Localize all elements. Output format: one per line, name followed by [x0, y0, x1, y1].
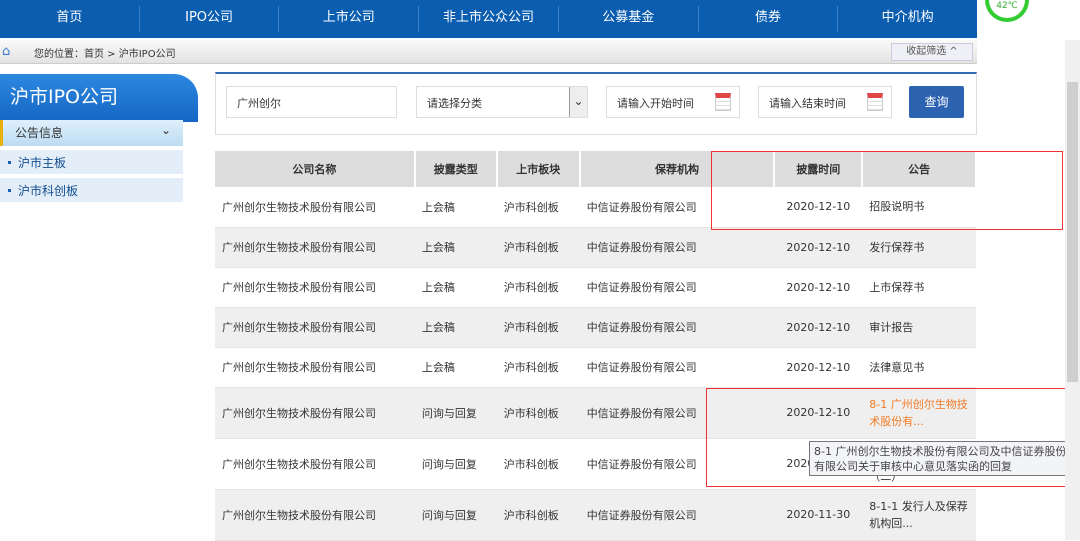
nav-item[interactable]: 公募基金: [559, 6, 699, 32]
table-row: 广州创尔生物技术股份有限公司 上会稿 沪市科创板 中信证券股份有限公司 2020-12-…: [215, 347, 976, 388]
search-panel: 广州创尔 请选择分类 ⌄ 请输入开始时间 请输入结束时间 查询: [215, 72, 977, 135]
type-cell: 上会稿: [414, 187, 497, 228]
date-cell: 2020-12-10: [774, 267, 863, 308]
announcement-link[interactable]: 发行保荐书: [862, 227, 976, 268]
sponsor-cell: 中信证券股份有限公司: [579, 489, 775, 541]
board-cell: 沪市科创板: [496, 227, 580, 268]
type-cell: 上会稿: [414, 307, 497, 348]
company-cell: 广州创尔生物技术股份有限公司: [215, 307, 415, 348]
nav-item[interactable]: IPO公司: [140, 6, 280, 32]
date-cell: 2020-12-10: [774, 227, 863, 268]
announcement-link[interactable]: 审计报告: [862, 307, 976, 348]
start-date-input[interactable]: 请输入开始时间: [606, 86, 740, 118]
table-row: 广州创尔生物技术股份有限公司问询与回复沪市科创板中信证券股份有限公司2020-1…: [215, 489, 976, 541]
sidebar-item-main-board[interactable]: 沪市主板: [0, 150, 183, 174]
breadcrumb-bar: ⌂ 您的位置：首页 > 沪市IPO公司 收起筛选 ^: [0, 40, 977, 64]
company-cell: 广州创尔生物技术股份有限公司: [215, 227, 415, 268]
table-row: 广州创尔生物技术股份有限公司 上会稿 沪市科创板 中信证券股份有限公司 2020-12-…: [215, 267, 976, 308]
board-cell: 沪市科创板: [496, 489, 580, 541]
date-cell: 2020-12-10: [774, 347, 863, 388]
company-cell: 广州创尔生物技术股份有限公司: [215, 438, 415, 490]
sponsor-cell: 中信证券股份有限公司: [579, 267, 775, 308]
sidebar-item-star-market[interactable]: 沪市科创板: [0, 178, 183, 202]
home-icon[interactable]: ⌂: [2, 44, 10, 59]
table-row: 广州创尔生物技术股份有限公司 上会稿 沪市科创板 中信证券股份有限公司 2020-12-…: [215, 307, 976, 348]
sidebar: 沪市IPO公司 公告信息 ⌄ 沪市主板 沪市科创板: [0, 74, 198, 202]
category-value: 请选择分类: [427, 97, 482, 110]
board-cell: 沪市科创板: [496, 187, 580, 228]
announcement-link[interactable]: 上市保荐书: [862, 267, 976, 308]
type-cell: 上会稿: [414, 227, 497, 268]
end-placeholder: 请输入结束时间: [769, 97, 846, 110]
sponsor-cell: 中信证券股份有限公司: [579, 227, 775, 268]
column-header: 上市板块: [496, 151, 581, 187]
tooltip: 8-1 广州创尔生物技术股份有限公司及中信证券股份有限公司关于审核中心意见落实函…: [809, 441, 1077, 476]
highlight-box: [711, 151, 1063, 230]
table-row: 广州创尔生物技术股份有限公司 上会稿 沪市科创板 中信证券股份有限公司 2020-12-…: [215, 227, 976, 268]
collapse-filter-button[interactable]: 收起筛选 ^: [891, 43, 973, 61]
date-cell: 2020-11-30: [774, 489, 863, 541]
company-cell: 广州创尔生物技术股份有限公司: [215, 267, 415, 308]
section-label: 公告信息: [15, 126, 64, 140]
sidebar-title: 沪市IPO公司: [0, 74, 198, 122]
top-nav: 首页 IPO公司 上市公司 非上市公众公司 公募基金 债券 中介机构: [0, 0, 977, 38]
nav-item[interactable]: 上市公司: [279, 6, 420, 32]
type-cell: 问询与回复: [414, 489, 497, 541]
chevron-down-icon: ⌄: [569, 87, 587, 117]
company-input[interactable]: 广州创尔: [226, 86, 397, 118]
breadcrumb: 您的位置：首页 > 沪市IPO公司: [34, 49, 176, 60]
type-cell: 问询与回复: [414, 438, 497, 490]
start-placeholder: 请输入开始时间: [617, 97, 694, 110]
sponsor-cell: 中信证券股份有限公司: [579, 347, 775, 388]
type-cell: 问询与回复: [414, 387, 497, 439]
board-cell: 沪市科创板: [496, 387, 580, 439]
board-cell: 沪市科创板: [496, 347, 580, 388]
nav-item[interactable]: 首页: [0, 6, 140, 32]
type-cell: 上会稿: [414, 267, 497, 308]
board-cell: 沪市科创板: [496, 438, 580, 490]
nav-item[interactable]: 债券: [699, 6, 839, 32]
company-cell: 广州创尔生物技术股份有限公司: [215, 387, 415, 439]
column-header: 披露类型: [414, 151, 498, 187]
board-cell: 沪市科创板: [496, 267, 580, 308]
temperature-badge: 42℃: [985, 0, 1029, 22]
end-date-input[interactable]: 请输入结束时间: [758, 86, 892, 118]
sponsor-cell: 中信证券股份有限公司: [579, 307, 775, 348]
board-cell: 沪市科创板: [496, 307, 580, 348]
calendar-icon[interactable]: [867, 93, 883, 111]
company-cell: 广州创尔生物技术股份有限公司: [215, 187, 415, 228]
calendar-icon[interactable]: [715, 93, 731, 111]
nav-item[interactable]: 非上市公众公司: [419, 6, 559, 32]
sidebar-section-announcements[interactable]: 公告信息 ⌄: [0, 120, 183, 146]
company-cell: 广州创尔生物技术股份有限公司: [215, 489, 415, 541]
announcement-link[interactable]: 8-1-1 发行人及保荐机构回...: [862, 489, 976, 541]
company-cell: 广州创尔生物技术股份有限公司: [215, 347, 415, 388]
column-header: 公司名称: [215, 151, 416, 187]
chevron-down-icon: ⌄: [160, 123, 171, 137]
type-cell: 上会稿: [414, 347, 497, 388]
nav-item[interactable]: 中介机构: [838, 6, 977, 32]
date-cell: 2020-12-10: [774, 307, 863, 348]
scrollbar-thumb[interactable]: [1067, 82, 1078, 382]
query-button[interactable]: 查询: [909, 86, 964, 118]
announcement-link[interactable]: 法律意见书: [862, 347, 976, 388]
category-select[interactable]: 请选择分类 ⌄: [416, 86, 588, 118]
